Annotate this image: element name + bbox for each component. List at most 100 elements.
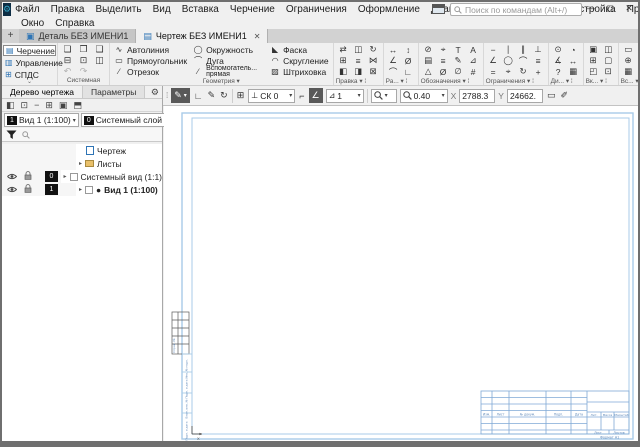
ribbon-tool-icon[interactable]: ↔ (389, 45, 398, 55)
ribbon-tool-icon[interactable]: ◫ (354, 44, 362, 55)
layer-selector[interactable]: 0 Системный слой ▾ (81, 113, 170, 127)
menu-item-Черчение[interactable]: Черчение (230, 4, 275, 15)
menu-item-Окно[interactable]: Окно (21, 18, 44, 29)
panel-tab-Параметры[interactable]: Параметры (83, 86, 145, 98)
ribbon-tool-icon[interactable]: ◯ (503, 55, 513, 66)
tree-item[interactable]: ▸Листы (76, 159, 122, 169)
group-label[interactable]: Обозначения ▾ ⁞ (419, 77, 483, 85)
menu-item-Выделить[interactable]: Выделить (95, 4, 141, 15)
y-coordinate-field[interactable]: 24662. (507, 89, 543, 103)
ribbon-tool-icon[interactable]: ◔ (571, 45, 576, 55)
ribbon-tool-icon[interactable]: ↻ (370, 44, 377, 55)
eye-icon[interactable] (7, 172, 17, 182)
ribbon-tool-icon[interactable]: ◰ (589, 66, 597, 77)
lock-icon[interactable] (24, 171, 32, 182)
close-tab-icon[interactable]: ✕ (254, 32, 261, 41)
ribbon-tool-icon[interactable]: ⊡ (605, 66, 612, 77)
tool-segment[interactable]: ∕Отрезок (112, 66, 189, 77)
preview-icon[interactable]: ⊡ (80, 55, 88, 66)
ribbon-collapse-icon[interactable]: ⌄ (2, 78, 57, 85)
ribbon-tool-icon[interactable]: ≡ (441, 56, 446, 66)
ribbon-tool-icon[interactable]: ▭ (624, 44, 632, 55)
minimize-button[interactable]: — (586, 3, 596, 14)
ribbon-tool-icon[interactable]: ▣ (589, 44, 597, 55)
window-layout-icon[interactable] (432, 4, 445, 14)
coordinate-system-select[interactable]: ⊥ СК 0 ▾ (248, 89, 295, 103)
ribbon-tab-Черчение[interactable]: ▤Черчение (3, 45, 56, 56)
corner-mode-icon[interactable]: ⌐ (298, 91, 305, 101)
expand-all-icon[interactable]: ⊡ (21, 100, 29, 111)
tool-rectangle[interactable]: ▭Прямоугольник (112, 55, 189, 66)
ribbon-tool-icon[interactable]: ▤ (424, 55, 432, 66)
ribbon-tool-icon[interactable]: ⌖ (506, 66, 511, 77)
tool-circle[interactable]: ◯Окружность (191, 44, 266, 55)
menu-item-Правка[interactable]: Правка (51, 4, 85, 15)
ribbon-tool-icon[interactable]: ⊙ (555, 44, 562, 55)
ribbon-tool-icon[interactable]: ⌖ (441, 44, 446, 55)
group-label[interactable]: Ра... ▾ ⁞ (384, 77, 418, 85)
frame-select-icon[interactable]: ▭ (546, 90, 557, 101)
document-tab[interactable]: ▣Деталь БЕЗ ИМЕНИ1 (19, 29, 136, 43)
group-label[interactable]: Вс... ▾ ⁞ (619, 77, 640, 85)
ribbon-tool-icon[interactable]: ∥ (521, 44, 525, 55)
tool-chamfer[interactable]: ◣Фаска (268, 44, 331, 55)
collapse-all-icon[interactable]: ◧ (6, 100, 15, 111)
new-tab-button[interactable]: + (4, 30, 17, 43)
ribbon-tool-icon[interactable]: ↻ (520, 66, 527, 77)
menu-item-Вид[interactable]: Вид (153, 4, 171, 15)
group-label[interactable]: Ди... ▾ ⁞ (549, 77, 583, 85)
drag-handle-icon[interactable]: ⁞ (166, 91, 168, 100)
document-tab[interactable]: ▤Чертеж БЕЗ ИМЕНИ1✕ (136, 29, 268, 43)
menu-item-Оформление[interactable]: Оформление (358, 4, 420, 15)
line-style-icon[interactable]: − (34, 100, 39, 110)
ribbon-tool-icon[interactable]: = (491, 67, 496, 77)
group-label[interactable]: Правка ▾ ⁞ (334, 77, 383, 85)
ribbon-tool-icon[interactable]: ∠ (389, 55, 397, 66)
tool-construction-line[interactable]: ∕Вспомогатель... прямая (191, 66, 266, 77)
ribbon-tool-icon[interactable]: ≡ (356, 56, 361, 66)
ribbon-tool-icon[interactable]: ∡ (554, 55, 562, 66)
ribbon-tab-Управление[interactable]: ▥Управление (3, 57, 56, 68)
ribbon-tool-icon[interactable]: ⊞ (590, 55, 597, 66)
group-label-geometry[interactable]: Геометрия ▾ (110, 77, 333, 85)
ribbon-tool-icon[interactable]: ▦ (624, 66, 632, 77)
ribbon-tool-icon[interactable]: A (470, 45, 476, 55)
new-document-icon[interactable]: ❏ (63, 44, 71, 55)
ribbon-tool-icon[interactable]: ◨ (354, 66, 362, 77)
tool-autoline[interactable]: ∿Автолиния (112, 44, 189, 55)
group-label[interactable]: Ограничения ▾ ⁞ (484, 77, 548, 85)
ribbon-tool-icon[interactable]: ▦ (569, 66, 577, 77)
group-label[interactable]: Вк... ▾ ⁞ (584, 77, 618, 85)
drawing-canvas[interactable]: Справ. № Инв. № подл.Подп. и датаВзам. и… (164, 106, 638, 441)
ortho-mode-button[interactable]: ∠ (309, 88, 323, 103)
tree-row[interactable]: ▸Листы (2, 157, 162, 170)
rounding-icon[interactable]: ↻ (219, 90, 229, 101)
ribbon-tool-icon[interactable]: ≡ (536, 56, 541, 66)
tree-row[interactable]: 0▸Системный вид (1:1) (2, 170, 162, 183)
ribbon-tool-icon[interactable]: ∣ (506, 44, 510, 55)
tree-item[interactable]: Чертеж (76, 146, 126, 156)
group-icon[interactable]: ⊞ (45, 100, 53, 111)
line-width-select[interactable]: ⊿ 1 ▾ (326, 89, 364, 103)
ribbon-tool-icon[interactable]: ▢ (604, 55, 612, 66)
zoom-scale-select[interactable]: 0.40 ▾ (400, 89, 448, 103)
geometry-calculator-icon[interactable]: ✐ (559, 90, 569, 101)
gear-icon[interactable]: ⚙ (151, 86, 162, 98)
close-button[interactable]: ✕ (624, 3, 634, 14)
ribbon-tool-icon[interactable]: ∅ (454, 66, 461, 77)
menu-item-Справка[interactable]: Справка (55, 18, 94, 29)
ribbon-tool-icon[interactable]: ⌒ (389, 66, 398, 78)
filter-icon[interactable] (6, 130, 17, 140)
x-coordinate-field[interactable]: 2788.3 (459, 89, 495, 103)
tool-hatch[interactable]: ▨Штриховка (268, 66, 331, 77)
ribbon-tool-icon[interactable]: # (471, 67, 476, 77)
maximize-button[interactable]: ◻ (605, 3, 615, 14)
ribbon-tool-icon[interactable]: ∟ (404, 67, 412, 77)
ribbon-tool-icon[interactable]: ↕ (406, 45, 410, 55)
ribbon-tool-icon[interactable]: Ø (405, 56, 412, 66)
lock-icon[interactable] (24, 184, 32, 195)
panel-tab-Дерево чертежа[interactable]: Дерево чертежа (2, 86, 83, 98)
eye-icon[interactable] (7, 185, 17, 195)
ribbon-tool-icon[interactable]: ↔ (569, 56, 578, 66)
view-selector[interactable]: 1 Вид 1 (1:100) ▾ (4, 113, 79, 127)
